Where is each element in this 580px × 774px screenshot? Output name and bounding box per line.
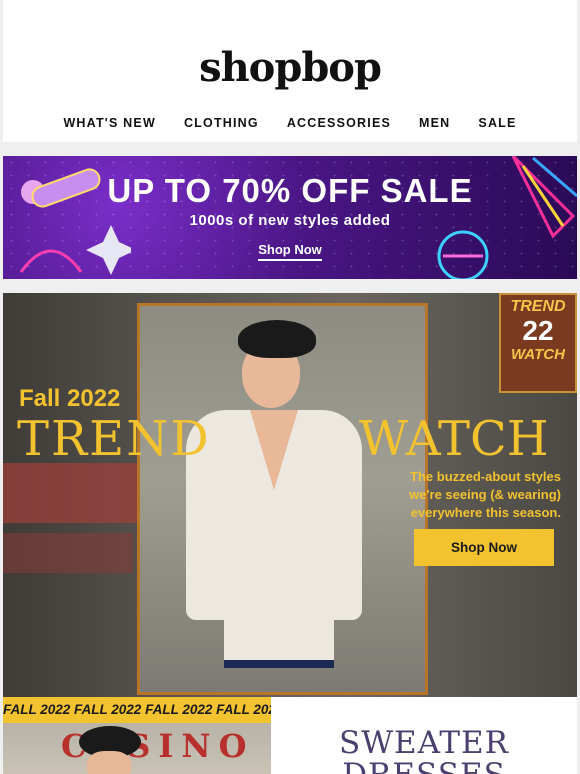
cardigan-shape [186,410,362,620]
model-face [87,751,131,774]
sale-banner[interactable]: UP TO 70% OFF SALE 1000s of new styles a… [3,156,577,279]
background-awning [3,463,143,523]
background-awning [3,533,133,573]
nav-clothing[interactable]: CLOTHING [184,116,259,130]
section-title-line1: SWEATER [338,725,510,761]
divider [3,142,577,156]
section-title-line2: DRESSES [342,757,506,774]
beret-shape [238,320,316,358]
hero-kicker: Fall 2022 [19,385,121,412]
nav-sale[interactable]: SALE [478,116,516,130]
divider [3,279,577,293]
hero-description: The buzzed-about styles we're seeing (& … [409,469,561,520]
hero-title-watch: WATCH [359,411,549,467]
sale-subtitle: 1000s of new styles added [189,212,391,229]
hero-shop-now-button[interactable]: Shop Now [414,529,554,566]
nav-men[interactable]: MEN [419,116,450,130]
trend-watch-hero[interactable]: TREND 22 WATCH Fall 2022 TREND WATCH The… [3,293,577,697]
trend-watch-badge: TREND 22 WATCH [499,293,577,393]
section-title[interactable]: SWEATER DRESSES [271,697,577,774]
badge-top: TREND [510,298,566,315]
nav-accessories[interactable]: ACCESSORIES [287,116,391,130]
main-nav: WHAT'S NEW CLOTHING ACCESSORIES MEN SALE [3,116,577,130]
badge-number: 22 [522,315,554,346]
email-frame: shopbop WHAT'S NEW CLOTHING ACCESSORIES … [3,0,577,774]
hero-title-trend: TREND [17,411,211,467]
fall-2022-ticker: FALL 2022 FALL 2022 FALL 2022 FALL 2022 … [3,697,271,723]
badge-bottom: WATCH [511,346,565,363]
sweater-dress-photo: CASINO [3,723,271,774]
skirt-shape [224,616,334,668]
nav-whats-new[interactable]: WHAT'S NEW [63,116,156,130]
shopbop-logo[interactable]: shopbop [3,44,577,91]
sweater-dresses-section[interactable]: FALL 2022 FALL 2022 FALL 2022 FALL 2022 … [3,697,577,774]
sale-shop-now-label[interactable]: Shop Now [258,242,322,261]
sale-shop-now-link[interactable]: Shop Now [3,241,577,261]
sale-headline: UP TO 70% OFF SALE [107,172,473,209]
